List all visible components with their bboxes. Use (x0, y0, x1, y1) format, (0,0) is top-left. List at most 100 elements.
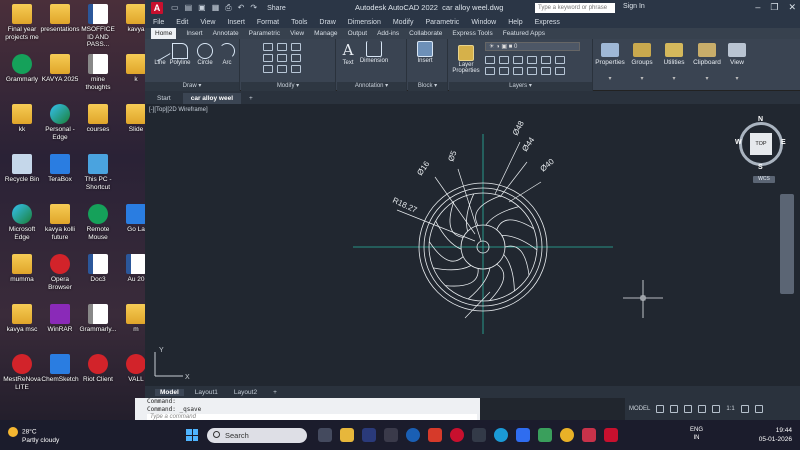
layer-tool-icon[interactable] (541, 56, 551, 64)
desktop-icon[interactable]: Microsoft Edge (2, 204, 42, 241)
modify-panel-title[interactable]: Modify ▾ (241, 82, 335, 91)
layer-tool-icon[interactable] (513, 67, 523, 75)
weather-widget[interactable]: 28°C Partly cloudy (8, 427, 59, 445)
grid-icon[interactable] (656, 405, 665, 413)
new-tab-button[interactable]: + (245, 93, 257, 104)
desktop-icon[interactable]: kavya msc (2, 304, 42, 334)
menu-edit[interactable]: Edit (176, 19, 188, 26)
menu-dimension[interactable]: Dimension (348, 19, 381, 26)
menu-parametric[interactable]: Parametric (425, 19, 459, 26)
ribbon-tab-express-tools[interactable]: Express Tools (452, 30, 492, 37)
ribbon-tab-add-ins[interactable]: Add-ins (377, 30, 399, 37)
clipboard-button[interactable]: Clipboard ▾ (692, 39, 722, 82)
ribbon-tab-collaborate[interactable]: Collaborate (409, 30, 442, 37)
wcs-menu[interactable]: WCS (753, 176, 775, 183)
move-icon[interactable] (263, 43, 273, 51)
language-indicator[interactable]: ENG IN (690, 426, 703, 442)
menu-modify[interactable]: Modify (393, 19, 414, 26)
compass-south[interactable]: S (758, 164, 763, 171)
taskbar-search[interactable]: Search (207, 428, 307, 443)
menu-express[interactable]: Express (535, 19, 560, 26)
minimize-button[interactable]: – (755, 2, 760, 13)
tab-layout1[interactable]: Layout1 (190, 389, 223, 396)
arc-tool[interactable]: Arc (219, 43, 235, 66)
text-tool[interactable]: A Text (339, 41, 357, 66)
desktop-icon[interactable]: KAVYA 2025 (40, 54, 80, 84)
compass-west[interactable]: W (735, 139, 742, 146)
tab-model[interactable]: Model (155, 388, 184, 396)
ortho-icon[interactable] (684, 405, 693, 413)
menu-insert[interactable]: Insert (227, 19, 245, 26)
desktop-icon[interactable]: Grammarly... (78, 304, 118, 334)
compass-east[interactable]: E (781, 139, 786, 146)
menu-window[interactable]: Window (471, 19, 496, 26)
share-button[interactable]: Share (267, 5, 286, 12)
layer-tool-icon[interactable] (527, 67, 537, 75)
sign-in-button[interactable]: Sign In (623, 3, 645, 10)
view-button[interactable]: View ▾ (725, 39, 749, 82)
trim-icon[interactable] (291, 43, 301, 51)
ribbon-tab-parametric[interactable]: Parametric (249, 30, 280, 37)
mcafee-icon[interactable] (428, 428, 442, 442)
line-tool[interactable]: Line (149, 40, 171, 66)
undo-icon[interactable]: ↶ (238, 3, 245, 13)
close-button[interactable]: ✕ (788, 2, 796, 13)
facebook-icon[interactable] (516, 428, 530, 442)
compass-north[interactable]: N (758, 116, 763, 123)
tab-start[interactable]: Start (149, 93, 179, 104)
layer-tool-icon[interactable] (499, 67, 509, 75)
desktop-icon[interactable]: This PC - Shortcut (78, 154, 118, 191)
desktop-icon[interactable]: Recycle Bin (2, 154, 42, 184)
dimension-tool[interactable]: Dimension (359, 41, 389, 64)
layer-tool-icon[interactable] (485, 56, 495, 64)
desktop-icon[interactable]: kavya kolli future (40, 204, 80, 241)
circle-tool[interactable]: Circle (196, 43, 214, 66)
autocad-taskbar-icon[interactable] (604, 428, 618, 442)
customization-menu-icon[interactable] (754, 405, 763, 413)
maximize-button[interactable]: ❐ (770, 2, 778, 13)
draw-panel-title[interactable]: Draw ▾ (145, 82, 239, 91)
annotation-scale[interactable]: 1:1 (726, 406, 734, 412)
menu-help[interactable]: Help (508, 19, 522, 26)
menu-draw[interactable]: Draw (319, 19, 335, 26)
file-explorer-icon[interactable] (340, 428, 354, 442)
annotation-panel-title[interactable]: Annotation ▾ (337, 82, 406, 91)
desktop-icon[interactable]: Final year projects me (2, 4, 42, 41)
menu-file[interactable]: File (153, 19, 164, 26)
desktop-icon[interactable]: Opera Browser (40, 254, 80, 291)
navigation-bar[interactable] (780, 194, 794, 294)
viewcube[interactable]: TOP N S W E (735, 116, 789, 176)
open-icon[interactable]: ▤ (185, 3, 193, 13)
layer-tool-icon[interactable] (527, 56, 537, 64)
tab-car-alloy-weel[interactable]: car alloy weel (182, 93, 242, 104)
layer-tool-icon[interactable] (485, 67, 495, 75)
layer-tool-icon[interactable] (541, 67, 551, 75)
polyline-tool[interactable]: Polyline (169, 43, 191, 66)
layer-dropdown[interactable]: ☀ ◑ ▣ ■ 0 (485, 42, 580, 51)
osnap-icon[interactable] (712, 405, 721, 413)
ribbon-tab-home[interactable]: Home (151, 28, 177, 39)
app-icon[interactable] (472, 428, 486, 442)
layer-tool-icon[interactable] (499, 56, 509, 64)
menu-view[interactable]: View (200, 19, 215, 26)
chrome-icon[interactable] (560, 428, 574, 442)
clock[interactable]: 19:44 05-01-2026 (759, 426, 792, 444)
ribbon-tab-insert[interactable]: Insert (186, 30, 202, 37)
desktop-icon[interactable]: mine thoughts (78, 54, 118, 91)
tab-layout2[interactable]: Layout2 (229, 389, 262, 396)
utilities-button[interactable]: Utilities ▾ (659, 39, 689, 82)
properties-button[interactable]: Properties ▾ (594, 39, 626, 82)
workspace-gear-icon[interactable] (740, 405, 749, 413)
desktop-icon[interactable]: ChemSketch (40, 354, 80, 384)
desktop-icon[interactable]: WinRAR (40, 304, 80, 334)
desktop-icon[interactable]: Doc3 (78, 254, 118, 284)
array-icon[interactable] (291, 65, 301, 73)
layer-tool-icon[interactable] (513, 56, 523, 64)
whatsapp-icon[interactable] (538, 428, 552, 442)
layer-properties-tool[interactable]: Layer Properties (451, 45, 481, 74)
new-icon[interactable]: ▭ (171, 3, 179, 13)
ribbon-tab-manage[interactable]: Manage (314, 30, 338, 37)
autocad-logo-icon[interactable]: A (151, 2, 163, 14)
desktop-icon[interactable]: TeraBox (40, 154, 80, 184)
save-icon[interactable]: ▣ (198, 3, 206, 13)
